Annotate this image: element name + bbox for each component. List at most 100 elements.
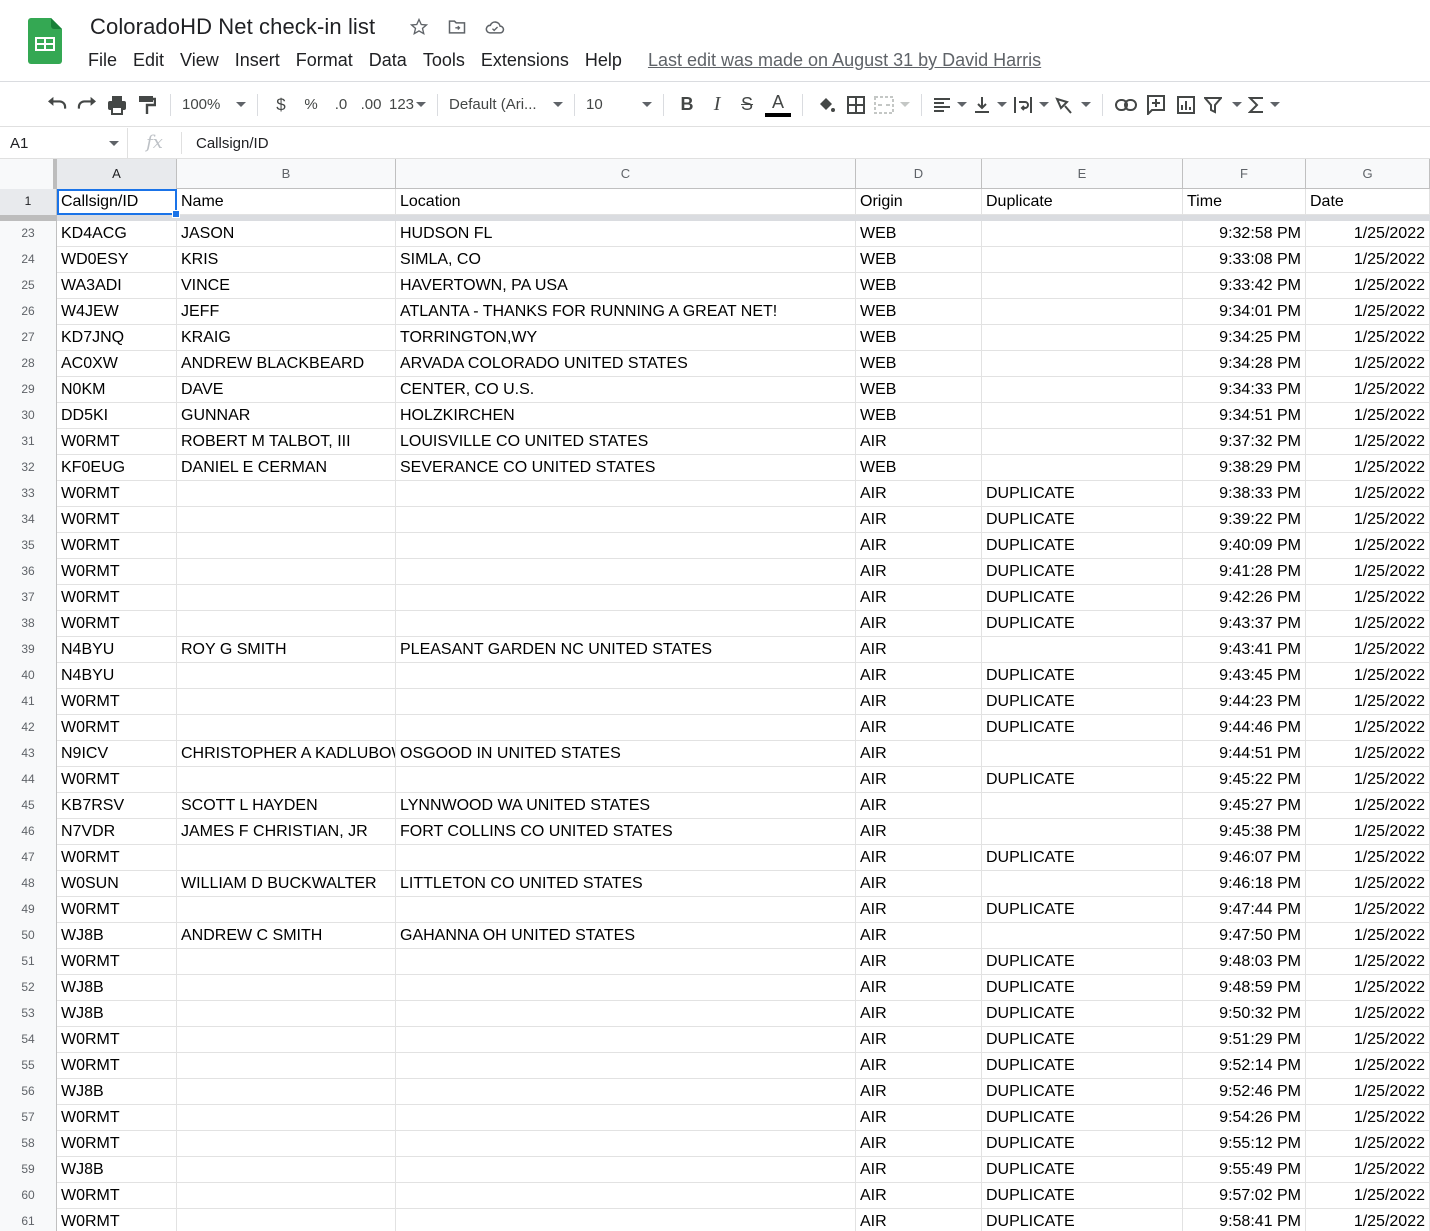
move-to-folder-icon[interactable] xyxy=(446,16,468,38)
cell-duplicate[interactable] xyxy=(982,221,1183,247)
cell-name[interactable] xyxy=(177,507,396,533)
row-number[interactable]: 48 xyxy=(0,871,57,897)
cloud-saved-icon[interactable] xyxy=(484,16,506,38)
cell-date[interactable]: 1/25/2022 xyxy=(1306,1183,1430,1209)
cell-location[interactable]: LYNNWOOD WA UNITED STATES xyxy=(396,793,856,819)
cell-duplicate[interactable]: DUPLICATE xyxy=(982,897,1183,923)
cell-callsign[interactable]: W0RMT xyxy=(57,533,177,559)
cell-origin[interactable]: WEB xyxy=(856,247,982,273)
cell-time[interactable]: 9:40:09 PM xyxy=(1183,533,1306,559)
cell-callsign[interactable]: W0RMT xyxy=(57,1209,177,1231)
cell-name[interactable]: WILLIAM D BUCKWALTER xyxy=(177,871,396,897)
row-number[interactable]: 59 xyxy=(0,1157,57,1183)
cell-location[interactable] xyxy=(396,533,856,559)
cell-location[interactable] xyxy=(396,1027,856,1053)
cell-callsign[interactable]: W0RMT xyxy=(57,689,177,715)
cell-name[interactable]: KRAIG xyxy=(177,325,396,351)
cell-origin[interactable]: AIR xyxy=(856,897,982,923)
cell-location[interactable]: LOUISVILLE CO UNITED STATES xyxy=(396,429,856,455)
cell-time[interactable]: 9:55:12 PM xyxy=(1183,1131,1306,1157)
borders-button[interactable] xyxy=(841,90,871,120)
cell-origin[interactable]: AIR xyxy=(856,585,982,611)
cell-date[interactable]: 1/25/2022 xyxy=(1306,819,1430,845)
cell-time[interactable]: 9:55:49 PM xyxy=(1183,1157,1306,1183)
cell-duplicate[interactable] xyxy=(982,429,1183,455)
cell-location[interactable] xyxy=(396,975,856,1001)
row-number[interactable]: 39 xyxy=(0,637,57,663)
cell-origin[interactable]: AIR xyxy=(856,1157,982,1183)
cell-location[interactable] xyxy=(396,559,856,585)
cell-date[interactable]: 1/25/2022 xyxy=(1306,585,1430,611)
strikethrough-button[interactable]: S xyxy=(732,90,762,120)
cell-callsign[interactable]: W0RMT xyxy=(57,1027,177,1053)
cell-origin[interactable]: WEB xyxy=(856,455,982,481)
cell-time[interactable]: 9:42:26 PM xyxy=(1183,585,1306,611)
cell-date[interactable]: Date xyxy=(1306,189,1430,215)
column-header-f[interactable]: F xyxy=(1183,159,1306,189)
document-title[interactable]: ColoradoHD Net check-in list xyxy=(90,14,375,40)
menu-format[interactable]: Format xyxy=(288,48,361,73)
cell-origin[interactable]: AIR xyxy=(856,1105,982,1131)
cell-location[interactable] xyxy=(396,663,856,689)
cell-duplicate[interactable]: DUPLICATE xyxy=(982,1001,1183,1027)
cell-date[interactable]: 1/25/2022 xyxy=(1306,403,1430,429)
row-number[interactable]: 35 xyxy=(0,533,57,559)
cell-callsign[interactable]: W0RMT xyxy=(57,611,177,637)
cell-location[interactable] xyxy=(396,1079,856,1105)
cell-duplicate[interactable] xyxy=(982,741,1183,767)
cell-callsign[interactable]: W0RMT xyxy=(57,715,177,741)
menu-file[interactable]: File xyxy=(80,48,125,73)
cell-duplicate[interactable]: DUPLICATE xyxy=(982,689,1183,715)
column-header-g[interactable]: G xyxy=(1306,159,1430,189)
row-number[interactable]: 45 xyxy=(0,793,57,819)
cell-location[interactable]: ATLANTA - THANKS FOR RUNNING A GREAT NET… xyxy=(396,299,856,325)
cell-duplicate[interactable] xyxy=(982,403,1183,429)
cell-origin[interactable]: WEB xyxy=(856,273,982,299)
cell-location[interactable]: HOLZKIRCHEN xyxy=(396,403,856,429)
cell-location[interactable] xyxy=(396,1053,856,1079)
cell-location[interactable]: HAVERTOWN, PA USA xyxy=(396,273,856,299)
cell-date[interactable]: 1/25/2022 xyxy=(1306,611,1430,637)
cell-callsign[interactable]: W0RMT xyxy=(57,507,177,533)
cell-date[interactable]: 1/25/2022 xyxy=(1306,975,1430,1001)
cell-location[interactable]: OSGOOD IN UNITED STATES xyxy=(396,741,856,767)
cell-callsign[interactable]: W0RMT xyxy=(57,1183,177,1209)
formula-input[interactable]: Callsign/ID xyxy=(182,135,269,152)
cell-name[interactable]: ANDREW C SMITH xyxy=(177,923,396,949)
cell-location[interactable] xyxy=(396,689,856,715)
menu-insert[interactable]: Insert xyxy=(227,48,288,73)
cell-callsign[interactable]: KB7RSV xyxy=(57,793,177,819)
cell-time[interactable]: 9:32:58 PM xyxy=(1183,221,1306,247)
row-number[interactable]: 33 xyxy=(0,481,57,507)
text-wrapping-button[interactable] xyxy=(1010,90,1052,120)
cell-origin[interactable]: AIR xyxy=(856,767,982,793)
row-number[interactable]: 32 xyxy=(0,455,57,481)
cell-time[interactable]: 9:38:33 PM xyxy=(1183,481,1306,507)
cell-duplicate[interactable]: DUPLICATE xyxy=(982,533,1183,559)
row-number[interactable]: 53 xyxy=(0,1001,57,1027)
cell-location[interactable] xyxy=(396,949,856,975)
cell-origin[interactable]: AIR xyxy=(856,975,982,1001)
cell-time[interactable]: 9:33:08 PM xyxy=(1183,247,1306,273)
cell-duplicate[interactable]: DUPLICATE xyxy=(982,1053,1183,1079)
cell-date[interactable]: 1/25/2022 xyxy=(1306,507,1430,533)
cell-origin[interactable]: WEB xyxy=(856,299,982,325)
row-number[interactable]: 31 xyxy=(0,429,57,455)
cell-duplicate[interactable]: DUPLICATE xyxy=(982,1157,1183,1183)
cell-name[interactable] xyxy=(177,1131,396,1157)
cell-date[interactable]: 1/25/2022 xyxy=(1306,533,1430,559)
cell-name[interactable] xyxy=(177,611,396,637)
column-header-c[interactable]: C xyxy=(396,159,856,189)
cell-time[interactable]: 9:33:42 PM xyxy=(1183,273,1306,299)
cell-name[interactable] xyxy=(177,949,396,975)
cell-callsign[interactable]: W0RMT xyxy=(57,897,177,923)
cell-location[interactable] xyxy=(396,1131,856,1157)
cell-time[interactable]: 9:34:01 PM xyxy=(1183,299,1306,325)
name-box[interactable]: A1 xyxy=(0,127,128,159)
cell-name[interactable]: ROBERT M TALBOT, III xyxy=(177,429,396,455)
cell-date[interactable]: 1/25/2022 xyxy=(1306,767,1430,793)
cell-origin[interactable]: AIR xyxy=(856,819,982,845)
cell-time[interactable]: 9:34:25 PM xyxy=(1183,325,1306,351)
cell-duplicate[interactable]: DUPLICATE xyxy=(982,1105,1183,1131)
cell-location[interactable] xyxy=(396,507,856,533)
